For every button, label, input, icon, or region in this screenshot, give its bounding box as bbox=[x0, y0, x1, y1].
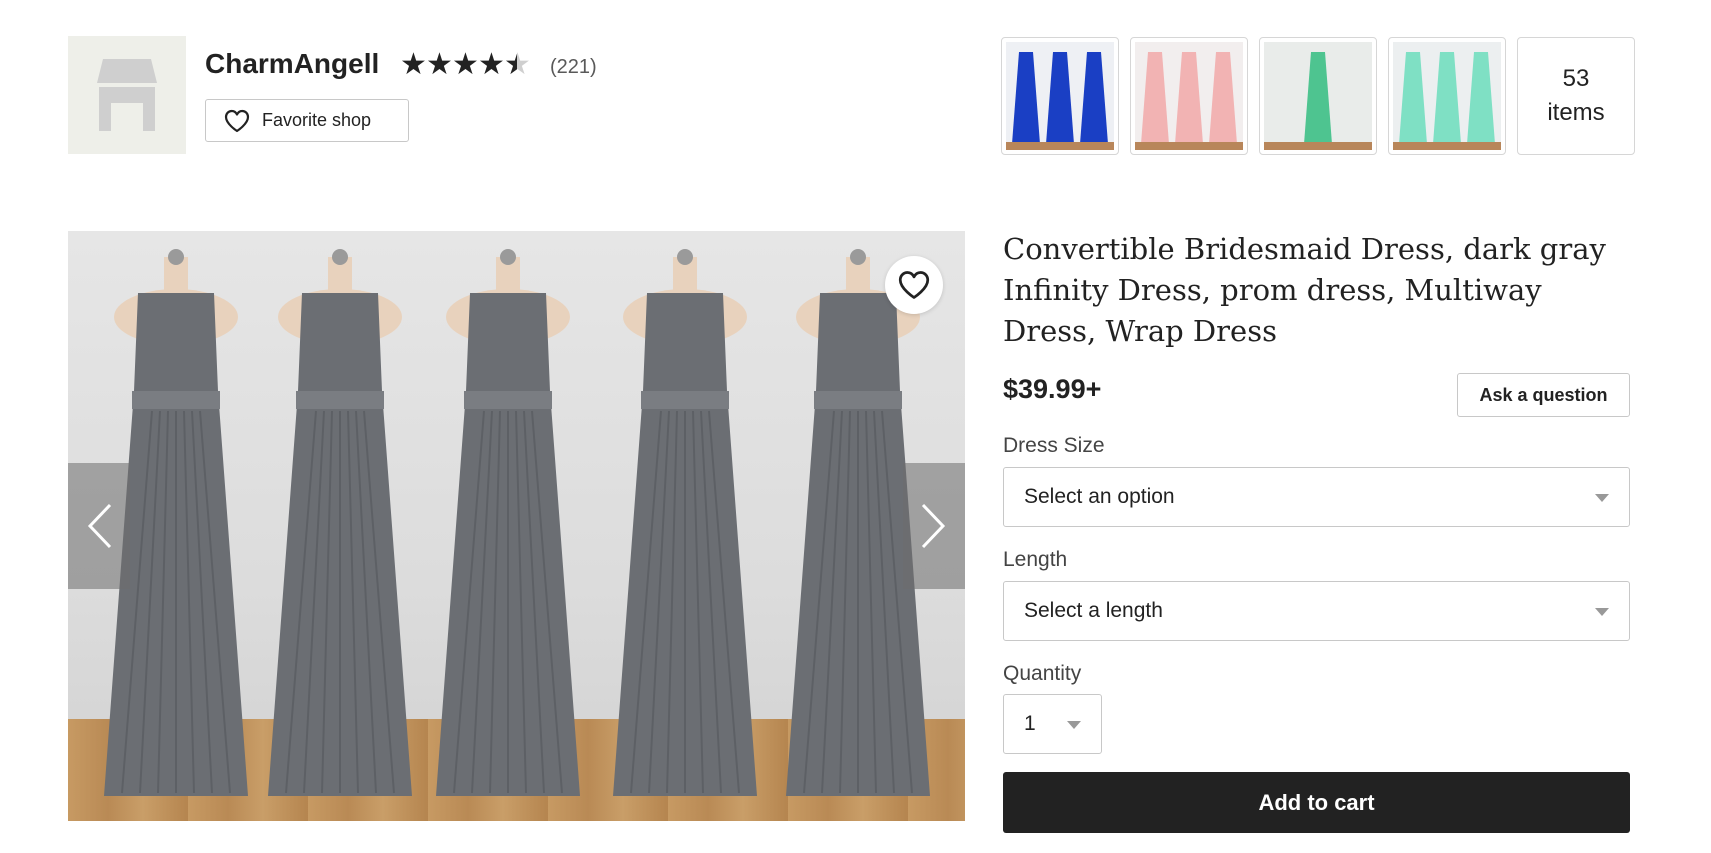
dress-mannequins bbox=[104, 249, 930, 796]
caret-down-icon bbox=[1595, 494, 1609, 502]
shop-item-thumbnail[interactable] bbox=[1130, 37, 1248, 155]
star-icon: ★ bbox=[426, 48, 453, 81]
quantity-value: 1 bbox=[1024, 712, 1036, 735]
thumbnail-image bbox=[1264, 42, 1372, 150]
review-count[interactable]: (221) bbox=[550, 56, 597, 79]
dress-size-value: Select an option bbox=[1024, 485, 1175, 508]
storefront-icon bbox=[97, 59, 157, 131]
heart-icon bbox=[898, 271, 930, 299]
dress-thumbnail-art bbox=[1006, 52, 1114, 150]
dress-thumbnail-art bbox=[1264, 52, 1372, 150]
shop-items-count[interactable]: 53 items bbox=[1517, 37, 1635, 155]
heart-icon bbox=[224, 109, 250, 132]
shop-logo[interactable] bbox=[68, 36, 186, 154]
prev-image-button[interactable] bbox=[68, 463, 130, 589]
caret-down-icon bbox=[1595, 608, 1609, 616]
dress-thumbnail-art bbox=[1393, 52, 1501, 150]
items-count-label: items bbox=[1547, 99, 1605, 126]
thumbnail-image bbox=[1135, 42, 1243, 150]
shop-rating-stars[interactable]: ★★★★★ bbox=[400, 48, 531, 82]
listing-main-image[interactable] bbox=[68, 231, 965, 821]
length-select[interactable]: Select a length bbox=[1003, 581, 1630, 641]
length-value: Select a length bbox=[1024, 599, 1163, 622]
dress-size-label: Dress Size bbox=[1003, 434, 1105, 457]
shop-name[interactable]: CharmAngell bbox=[205, 48, 379, 80]
dress-on-mannequin bbox=[613, 249, 757, 796]
dress-size-select[interactable]: Select an option bbox=[1003, 467, 1630, 527]
star-icon: ★ bbox=[400, 48, 427, 81]
favorite-shop-button[interactable]: Favorite shop bbox=[205, 99, 409, 142]
shop-item-thumbnail[interactable] bbox=[1259, 37, 1377, 155]
items-count-number: 53 bbox=[1562, 65, 1590, 92]
chevron-left-icon bbox=[87, 503, 112, 549]
caret-down-icon bbox=[1067, 721, 1081, 729]
favorite-shop-label: Favorite shop bbox=[262, 110, 372, 130]
ask-question-button[interactable]: Ask a question bbox=[1457, 373, 1630, 417]
favorite-item-button[interactable] bbox=[885, 256, 943, 314]
dress-on-mannequin bbox=[436, 249, 580, 796]
half-star-icon: ★ bbox=[504, 48, 531, 81]
length-label: Length bbox=[1003, 548, 1068, 571]
listing-title: Convertible Bridesmaid Dress, dark gray … bbox=[1003, 232, 1606, 348]
thumbnail-image bbox=[1006, 42, 1114, 150]
star-icon: ★ bbox=[452, 48, 479, 81]
shop-items-preview: 53 items bbox=[1001, 37, 1635, 155]
shop-item-thumbnail[interactable] bbox=[1388, 37, 1506, 155]
dress-on-mannequin bbox=[268, 249, 412, 796]
quantity-select[interactable]: 1 bbox=[1003, 694, 1102, 754]
listing-price: $39.99+ bbox=[1003, 374, 1102, 404]
shop-item-thumbnail[interactable] bbox=[1001, 37, 1119, 155]
thumbnail-image bbox=[1393, 42, 1501, 150]
next-image-button[interactable] bbox=[903, 463, 965, 589]
quantity-label: Quantity bbox=[1003, 662, 1082, 685]
add-to-cart-button[interactable]: Add to cart bbox=[1003, 772, 1630, 833]
star-icon: ★ bbox=[478, 48, 505, 81]
chevron-right-icon bbox=[921, 503, 946, 549]
dress-thumbnail-art bbox=[1135, 52, 1243, 150]
